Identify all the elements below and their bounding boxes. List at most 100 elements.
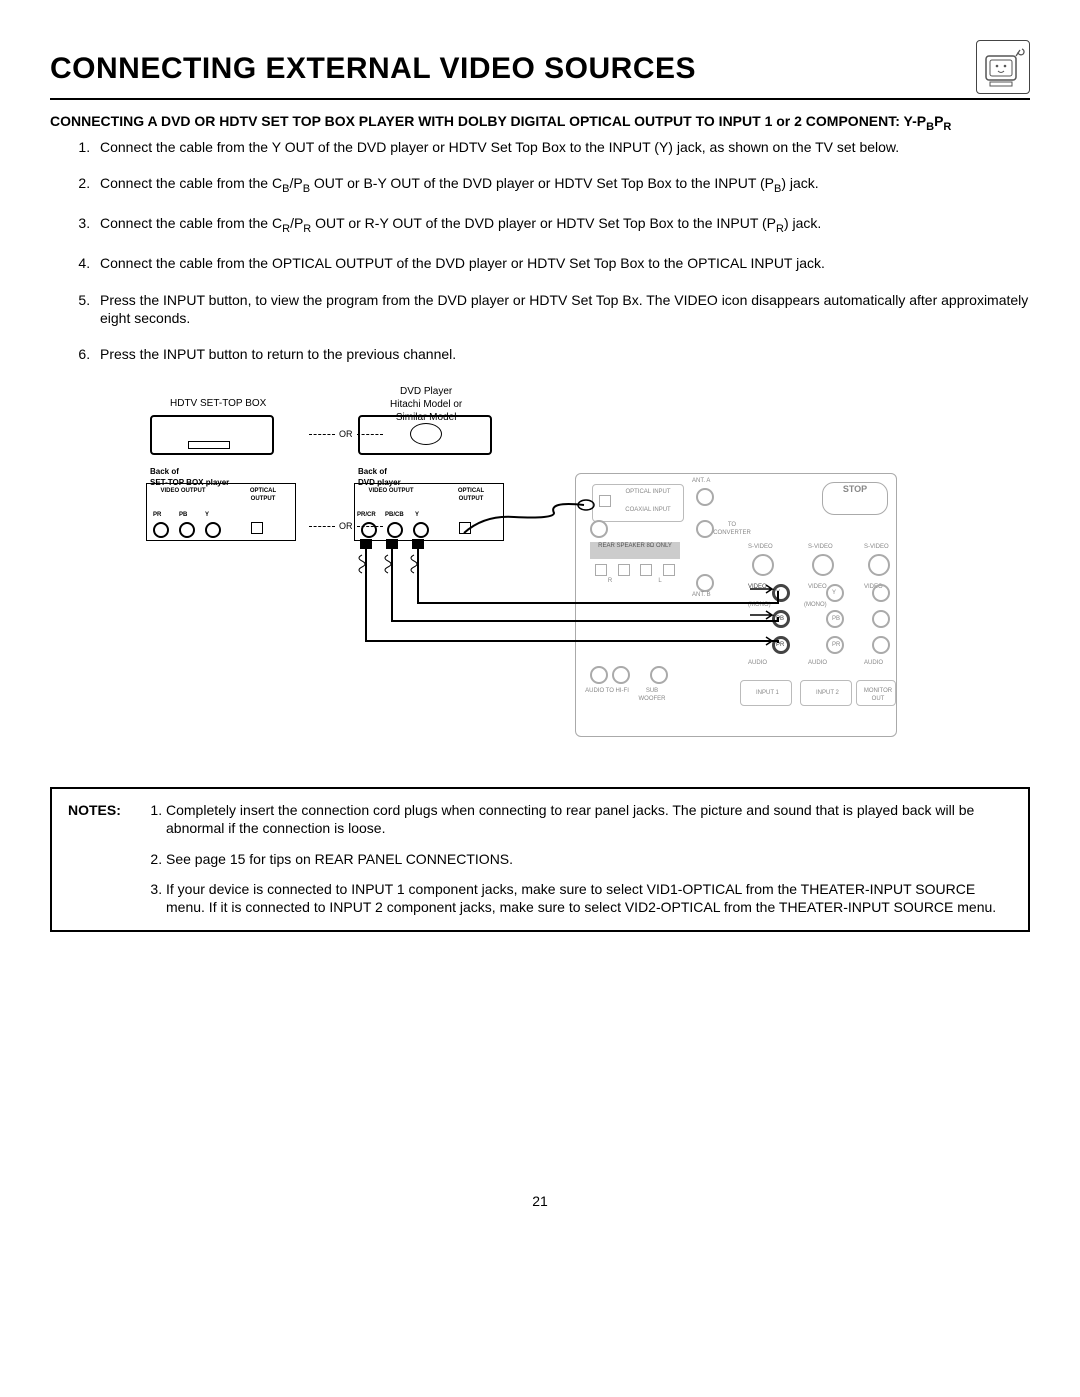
note-1: Completely insert the connection cord pl…	[166, 801, 1012, 837]
optical-output-label: OPTICAL OUTPUT	[243, 488, 283, 504]
sub: R	[282, 223, 290, 235]
prcr-label: PR/CR	[357, 512, 376, 520]
jack-icon	[872, 584, 890, 602]
r-label: R	[590, 578, 630, 586]
stb-back-panel: VIDEO OUTPUT OPTICAL OUTPUT PR PB Y	[146, 483, 296, 541]
y-label: Y	[415, 512, 419, 520]
terminal-icon	[663, 564, 675, 576]
jack-icon	[650, 666, 668, 684]
y-label: Y	[205, 512, 209, 520]
pr-label: PR	[153, 512, 161, 520]
page-title: CONNECTING EXTERNAL VIDEO SOURCES	[50, 49, 696, 88]
jack-icon	[361, 522, 377, 538]
step2-part: OUT or B-Y OUT of the DVD player or HDTV…	[310, 175, 774, 191]
coax-jack-icon	[590, 520, 608, 538]
optical-jack-icon	[251, 522, 263, 534]
step3-part: ) jack.	[784, 215, 821, 231]
page-number: 21	[50, 1192, 1030, 1210]
jack-icon	[179, 522, 195, 538]
dvd-back-panel: VIDEO OUTPUT OPTICAL OUTPUT PR/CR PB/CB …	[354, 483, 504, 541]
video-label: VIDEO	[748, 584, 767, 592]
sub: B	[303, 183, 310, 195]
jack-icon	[590, 666, 608, 684]
terminal-icon	[618, 564, 630, 576]
step2-part: ) jack.	[781, 175, 818, 191]
rear-speaker-label: REAR SPEAKER 8Ω ONLY	[590, 542, 680, 559]
ant-jack-icon	[696, 574, 714, 592]
step3-part: Connect the cable from the C	[100, 215, 282, 231]
note-2: See page 15 for tips on REAR PANEL CONNE…	[166, 850, 1012, 868]
svideo-jack-icon	[812, 554, 834, 576]
jack-icon	[413, 522, 429, 538]
audio-label: AUDIO	[864, 660, 883, 668]
notes-content: Completely insert the connection cord pl…	[148, 801, 1012, 916]
or-label-top: OR	[305, 429, 387, 441]
video-output-label: VIDEO OUTPUT	[361, 488, 421, 496]
mono-label: (MONO)	[804, 602, 827, 610]
tv-rear-panel: STOP OPTICAL INPUT COAXIAL INPUT ANT. A …	[575, 473, 897, 737]
dvd-l1: DVD Player	[400, 386, 452, 397]
audio-label: AUDIO	[748, 660, 767, 668]
svideo-jack-icon	[752, 554, 774, 576]
video-label: VIDEO	[808, 584, 827, 592]
subwoofer-label: SUB WOOFER	[632, 688, 672, 704]
instruction-list: Connect the cable from the Y OUT of the …	[50, 138, 1030, 363]
pr-jack-icon	[772, 636, 790, 654]
bo-l1: Back of	[358, 467, 387, 476]
ant-a-label: ANT. A	[692, 478, 710, 486]
bo-l1: Back of	[150, 467, 179, 476]
step2-part: /P	[289, 175, 302, 191]
coaxial-input-label: COAXIAL INPUT	[621, 507, 675, 515]
optical-input-label: OPTICAL INPUT	[621, 489, 675, 497]
pr-label: PR	[832, 642, 840, 650]
subtitle: CONNECTING A DVD OR HDTV SET TOP BOX PLA…	[50, 112, 1030, 134]
pb-label: PB	[179, 512, 187, 520]
jack-icon	[205, 522, 221, 538]
jack-icon	[612, 666, 630, 684]
jack-icon	[387, 522, 403, 538]
notes-box: NOTES: Completely insert the connection …	[50, 787, 1030, 932]
step-5: Press the INPUT button, to view the prog…	[94, 291, 1030, 327]
ant-b-label: ANT. B	[692, 592, 711, 600]
step2-part: Connect the cable from the C	[100, 175, 282, 191]
subtitle-text: CONNECTING A DVD OR HDTV SET TOP BOX PLA…	[50, 113, 926, 129]
l-label: L	[640, 578, 680, 586]
terminal-icon	[595, 564, 607, 576]
pb-jack-icon	[772, 610, 790, 628]
stb-label: HDTV SET-TOP BOX	[170, 397, 266, 410]
tv-character-icon	[976, 40, 1030, 94]
step-4: Connect the cable from the OPTICAL OUTPU…	[94, 254, 1030, 272]
audio-hifi-label: AUDIO TO HI-FI	[582, 688, 632, 696]
note-3: If your device is connected to INPUT 1 c…	[166, 880, 1012, 916]
step-3: Connect the cable from the CR/PR OUT or …	[94, 214, 1030, 236]
connection-diagram: HDTV SET-TOP BOX DVD Player Hitachi Mode…	[90, 383, 900, 763]
step-1: Connect the cable from the Y OUT of the …	[94, 138, 1030, 156]
subscript-r: R	[943, 121, 951, 133]
notes-label: NOTES:	[68, 801, 148, 916]
jack-icon	[872, 636, 890, 654]
jack-icon	[153, 522, 169, 538]
ant-jack-icon	[696, 488, 714, 506]
step-6: Press the INPUT button to return to the …	[94, 345, 1030, 363]
y-label: Y	[832, 590, 836, 598]
optical-jack-icon	[459, 522, 471, 534]
optical-input-icon	[599, 495, 611, 507]
optical-output-label: OPTICAL OUTPUT	[451, 488, 491, 504]
svideo-label: S-VIDEO	[748, 544, 773, 552]
stop-label: STOP	[822, 482, 888, 515]
pbcb-label: PB/CB	[385, 512, 404, 520]
sub: R	[776, 223, 784, 235]
mono-label: (MONO)	[748, 602, 771, 610]
subscript-b: B	[926, 121, 934, 133]
pb-label: PB	[832, 616, 840, 624]
video-output-label: VIDEO OUTPUT	[153, 488, 213, 496]
svideo-label: S-VIDEO	[864, 544, 889, 552]
jack-icon	[872, 610, 890, 628]
to-converter-label: TO CONVERTER	[712, 522, 752, 538]
svideo-label: S-VIDEO	[808, 544, 833, 552]
step-2: Connect the cable from the CB/PB OUT or …	[94, 174, 1030, 196]
audio-label: AUDIO	[808, 660, 827, 668]
svideo-jack-icon	[868, 554, 890, 576]
y-jack-icon	[772, 584, 790, 602]
stb-device-icon	[150, 415, 274, 455]
